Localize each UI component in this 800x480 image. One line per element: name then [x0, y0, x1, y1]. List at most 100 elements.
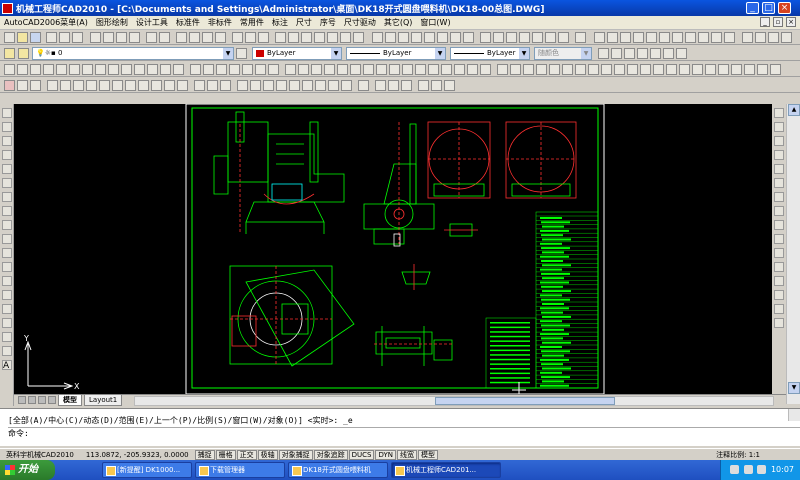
- seal-icon[interactable]: [402, 64, 413, 75]
- draw-hatch-icon[interactable]: [2, 304, 12, 314]
- snap-none-icon[interactable]: [341, 80, 352, 91]
- draw-ellipse-icon[interactable]: [2, 234, 12, 244]
- calculator-icon[interactable]: [340, 32, 351, 43]
- tray-security-icon[interactable]: [757, 465, 767, 474]
- array-icon[interactable]: [99, 80, 110, 91]
- mass-icon[interactable]: [757, 64, 768, 75]
- undo-icon[interactable]: [146, 32, 157, 43]
- chevron-down-icon[interactable]: ▼: [331, 48, 341, 59]
- side-explode-icon[interactable]: [774, 318, 784, 328]
- scroll-up-icon[interactable]: ▲: [788, 104, 800, 116]
- snap-nearest-icon[interactable]: [328, 80, 339, 91]
- tab-last-icon[interactable]: [48, 396, 56, 404]
- publish-icon[interactable]: [72, 32, 83, 43]
- scale-icon[interactable]: [138, 80, 149, 91]
- start-button[interactable]: 开始: [0, 460, 55, 480]
- balloon-icon[interactable]: [536, 64, 547, 75]
- rivet-icon[interactable]: [679, 64, 690, 75]
- snap-quadrant-icon[interactable]: [289, 80, 300, 91]
- match-prop-icon[interactable]: [129, 32, 140, 43]
- lineweight-combo[interactable]: ByLayer ▼: [450, 47, 530, 60]
- section-symbol-icon[interactable]: [519, 32, 530, 43]
- zoom-window-icon[interactable]: [202, 32, 213, 43]
- chevron-down-icon[interactable]: ▼: [435, 48, 445, 59]
- spring-icon[interactable]: [389, 64, 400, 75]
- draw-pline-icon[interactable]: [2, 136, 12, 146]
- task-folder[interactable]: DK18开式圆盘喂料机: [288, 462, 388, 478]
- side-erase-icon[interactable]: [774, 108, 784, 118]
- chevron-down-icon[interactable]: ▼: [519, 48, 529, 59]
- spline-icon[interactable]: [95, 64, 106, 75]
- side-rotate-icon[interactable]: [774, 192, 784, 202]
- toggle-snap[interactable]: 捕捉: [194, 449, 215, 460]
- dim-angular-icon[interactable]: [301, 32, 312, 43]
- snap-perpendicular-icon[interactable]: [315, 80, 326, 91]
- settings-icon[interactable]: [770, 64, 781, 75]
- osnap-settings-icon[interactable]: [358, 80, 369, 91]
- toggle-otrack[interactable]: 对象追踪: [313, 449, 348, 460]
- layer-combo[interactable]: 💡☼▪ 0 ▼: [32, 47, 234, 60]
- draw-gradient-icon[interactable]: [2, 318, 12, 328]
- app-icon[interactable]: [2, 2, 13, 14]
- center-mark-icon[interactable]: [398, 32, 409, 43]
- side-scale-icon[interactable]: [774, 206, 784, 216]
- snap-endpoint-icon[interactable]: [237, 80, 248, 91]
- bolt-icon[interactable]: [324, 64, 335, 75]
- tab-layout1[interactable]: Layout1: [84, 395, 123, 406]
- toggle-model[interactable]: 模型: [418, 449, 439, 460]
- toggle-grid[interactable]: 栅格: [215, 449, 236, 460]
- view-top-icon[interactable]: [207, 80, 218, 91]
- center-line-icon[interactable]: [598, 48, 609, 59]
- snap-center-icon[interactable]: [276, 80, 287, 91]
- properties-icon[interactable]: [232, 32, 243, 43]
- hole-icon[interactable]: [480, 64, 491, 75]
- color-combo[interactable]: ByLayer ▼: [252, 47, 342, 60]
- command-prompt[interactable]: 命令:: [8, 427, 800, 439]
- paste-icon[interactable]: [116, 32, 127, 43]
- annotation-scale[interactable]: 注释比例: 1:1: [716, 450, 760, 460]
- scroll-thumb[interactable]: [435, 397, 615, 405]
- chamfer-dim-icon[interactable]: [633, 32, 644, 43]
- thick-bar-icon[interactable]: [17, 80, 28, 91]
- scroll-down-icon[interactable]: ▼: [788, 382, 800, 394]
- rotate-icon[interactable]: [125, 80, 136, 91]
- hole-dim-icon[interactable]: [646, 32, 657, 43]
- rectangle-icon[interactable]: [56, 64, 67, 75]
- view-front-icon[interactable]: [194, 80, 205, 91]
- break-icon[interactable]: [242, 64, 253, 75]
- ucs-prev-icon[interactable]: [401, 80, 412, 91]
- menu-item-design-tools[interactable]: 设计工具: [132, 17, 172, 28]
- toggle-ortho[interactable]: 正交: [236, 449, 257, 460]
- side-chamfer-icon[interactable]: [774, 290, 784, 300]
- toggle-ducs[interactable]: DUCS: [348, 449, 375, 460]
- tolerance-icon[interactable]: [385, 32, 396, 43]
- draw-line-icon[interactable]: [2, 108, 12, 118]
- line-icon[interactable]: [4, 64, 15, 75]
- menu-item-dimension[interactable]: 尺寸: [292, 17, 316, 28]
- ucs-world-icon[interactable]: [388, 80, 399, 91]
- lengthen-icon[interactable]: [164, 80, 175, 91]
- baseline-dim-icon[interactable]: [411, 32, 422, 43]
- parts-lib-icon[interactable]: [562, 64, 573, 75]
- snap-intersect-icon[interactable]: [263, 80, 274, 91]
- tab-model[interactable]: 模型: [58, 395, 82, 406]
- layer-manager-icon[interactable]: [4, 48, 15, 59]
- continue-dim-icon[interactable]: [424, 32, 435, 43]
- command-window[interactable]: [全部(A)/中心(C)/动态(D)/范围(E)/上一个(P)/比例(S)/窗口…: [0, 408, 800, 446]
- taper-icon[interactable]: [558, 32, 569, 43]
- dim-aligned-icon[interactable]: [288, 32, 299, 43]
- trim-icon[interactable]: [216, 64, 227, 75]
- point-icon[interactable]: [121, 64, 132, 75]
- new-icon[interactable]: [4, 32, 15, 43]
- hatch-icon[interactable]: [134, 64, 145, 75]
- weld-icon[interactable]: [692, 64, 703, 75]
- tray-volume-icon[interactable]: [743, 465, 753, 474]
- thread-icon[interactable]: [441, 64, 452, 75]
- preview-icon[interactable]: [59, 32, 70, 43]
- doc-close-icon[interactable]: ×: [786, 17, 796, 27]
- area-icon[interactable]: [744, 64, 755, 75]
- key-icon[interactable]: [363, 64, 374, 75]
- text-layer-icon[interactable]: [676, 48, 687, 59]
- tab-prev-icon[interactable]: [28, 396, 36, 404]
- render-icon[interactable]: [418, 80, 429, 91]
